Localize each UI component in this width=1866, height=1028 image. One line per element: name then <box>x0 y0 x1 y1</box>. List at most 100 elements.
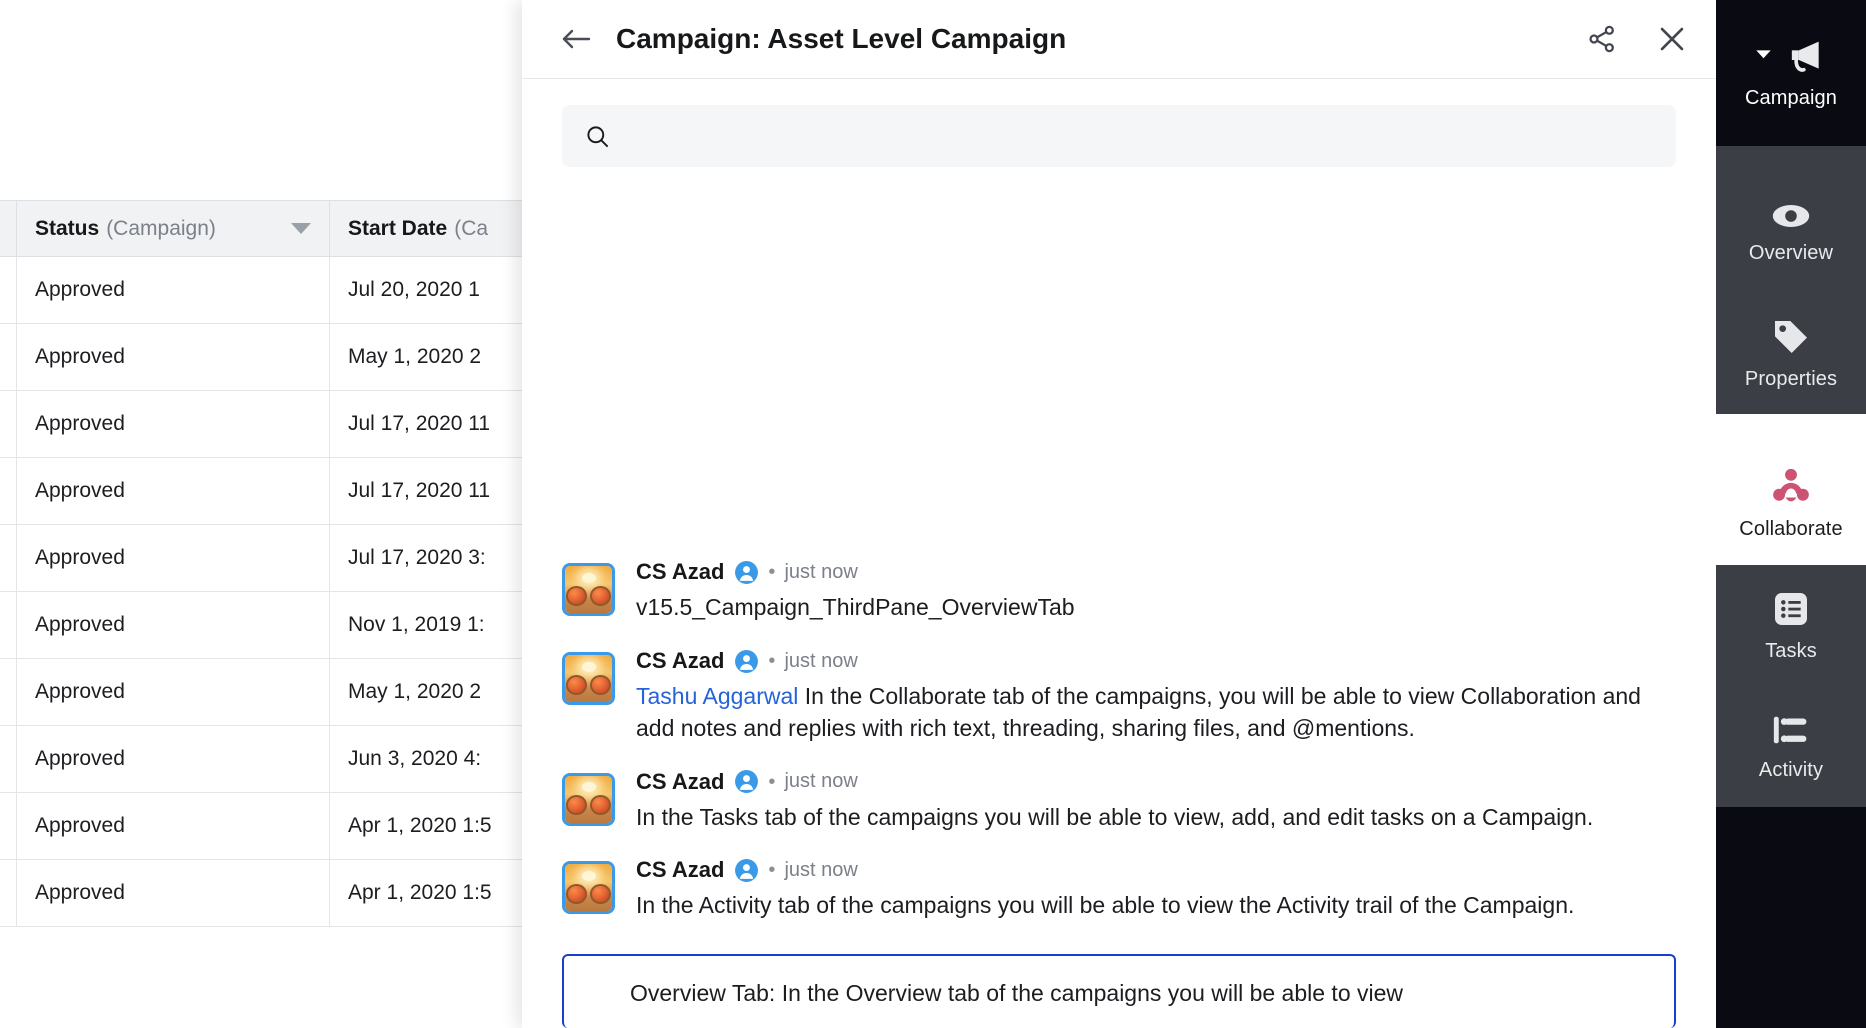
table-row[interactable]: Approved Jul 20, 2020 1 <box>0 257 560 324</box>
comment-separator: • <box>768 770 776 793</box>
comment-meta: CS Azad • just now <box>636 648 1676 674</box>
comment-meta: CS Azad • just now <box>636 559 1676 585</box>
cell-status: Approved <box>17 793 330 859</box>
comment-body: CS Azad • just now Tashu Aggarwal In the Co… <box>636 648 1676 744</box>
user-badge-icon <box>734 649 759 674</box>
rail-item-campaign[interactable]: Campaign <box>1716 0 1866 146</box>
comment-meta: CS Azad • just now <box>636 769 1676 795</box>
close-icon <box>1660 27 1684 51</box>
avatar-lens-right <box>590 586 612 606</box>
comment-separator: • <box>768 859 776 882</box>
cell-status: Approved <box>17 860 330 926</box>
activity-trail-icon <box>1773 716 1807 743</box>
column-header-status[interactable]: Status (Campaign) <box>17 201 330 256</box>
cell-status: Approved <box>17 324 330 390</box>
comment-body: CS Azad • just now In the Tasks tab of the … <box>636 769 1676 834</box>
table-row[interactable]: Approved Jun 3, 2020 4: <box>0 726 560 793</box>
table-row[interactable]: Approved Nov 1, 2019 1: <box>0 592 560 659</box>
column-header-status-label: Status <box>35 216 100 240</box>
rail-item-activity[interactable]: Activity <box>1716 686 1866 807</box>
comment-text: Tashu Aggarwal In the Collaborate tab of… <box>636 683 1641 741</box>
comment-separator: • <box>768 650 776 673</box>
share-button[interactable] <box>1584 21 1620 57</box>
avatar[interactable] <box>562 652 615 706</box>
column-header-start-date-qualifier: (Ca <box>454 216 489 240</box>
comment-composer-input[interactable]: Overview Tab: In the Overview tab of the… <box>562 954 1676 1028</box>
avatar[interactable] <box>562 563 615 617</box>
comment-timestamp: just now <box>784 560 858 583</box>
eye-icon <box>1772 204 1810 227</box>
table-row[interactable]: Approved May 1, 2020 2 <box>0 324 560 391</box>
comment-item: CS Azad • just now v15.5_Campaign_ThirdPane… <box>562 559 1676 624</box>
share-icon <box>1589 25 1614 53</box>
tag-icon <box>1775 320 1807 353</box>
close-button[interactable] <box>1654 21 1690 57</box>
comment-author: CS Azad <box>636 768 725 794</box>
cell-status: Approved <box>17 525 330 591</box>
comment-separator: • <box>768 561 776 584</box>
rail-item-tasks[interactable]: Tasks <box>1716 565 1866 686</box>
comment-body: CS Azad • just now In the Activity tab of t… <box>636 857 1676 922</box>
campaign-detail-panel: Campaign: Asset Level Campaign CS Azad •… <box>522 0 1716 1028</box>
avatar-lens-left <box>565 795 587 816</box>
avatar[interactable] <box>562 861 615 915</box>
chevron-down-icon[interactable] <box>1755 47 1772 65</box>
search-section <box>522 79 1716 167</box>
comment-mention-link[interactable]: Tashu Aggarwal <box>636 683 798 709</box>
row-gutter <box>0 860 17 926</box>
rail-item-overview-label: Overview <box>1748 241 1834 264</box>
cell-status: Approved <box>17 659 330 725</box>
row-gutter <box>0 391 17 457</box>
table-row[interactable]: Approved May 1, 2020 2 <box>0 659 560 726</box>
back-button[interactable] <box>558 20 596 58</box>
row-gutter <box>0 659 17 725</box>
rail-spacer-mid <box>1716 414 1866 440</box>
table-body: Approved Jul 20, 2020 1 Approved May 1, 202… <box>0 257 560 927</box>
avatar-lens-left <box>565 884 587 904</box>
table-row[interactable]: Approved Jul 17, 2020 11 <box>0 391 560 458</box>
rail-item-activity-label: Activity <box>1758 758 1824 781</box>
avatar-lens-left <box>565 674 587 695</box>
app-root: Status (Campaign) Start Date (Ca Approve… <box>0 0 1866 1028</box>
panel-header: Campaign: Asset Level Campaign <box>522 0 1716 79</box>
comment-author: CS Azad <box>636 559 725 585</box>
rail-item-properties[interactable]: Properties <box>1716 293 1866 414</box>
search-icon <box>587 125 609 147</box>
user-badge-icon <box>734 769 759 794</box>
avatar-lens-right <box>590 884 612 904</box>
row-gutter <box>0 592 17 658</box>
table-header-row: Status (Campaign) Start Date (Ca <box>0 200 560 257</box>
avatar-lens-right <box>590 795 612 816</box>
row-gutter <box>0 257 17 323</box>
table-gutter-header <box>0 201 17 256</box>
page-title: Campaign: Asset Level Campaign <box>616 23 1067 54</box>
comment-text: v15.5_Campaign_ThirdPane_OverviewTab <box>636 594 1075 621</box>
table-row[interactable]: Approved Jul 17, 2020 3: <box>0 525 560 592</box>
table-row[interactable]: Approved Apr 1, 2020 1:5 <box>0 860 560 927</box>
search-box[interactable] <box>562 105 1676 167</box>
column-header-status-qualifier: (Campaign) <box>106 216 216 240</box>
sort-descending-icon[interactable] <box>291 223 311 234</box>
cell-status: Approved <box>17 257 330 323</box>
row-gutter <box>0 324 17 390</box>
campaign-icon-row <box>1755 36 1828 76</box>
rail-item-collaborate-label: Collaborate <box>1739 517 1843 540</box>
search-input[interactable] <box>627 105 1654 167</box>
comment-item: CS Azad • just now In the Activity tab of t… <box>562 857 1676 922</box>
user-badge-icon <box>734 858 759 883</box>
avatar[interactable] <box>562 772 615 826</box>
rail-item-overview[interactable]: Overview <box>1716 172 1866 293</box>
comment-author: CS Azad <box>636 648 725 674</box>
rail-filler <box>1716 807 1866 1028</box>
comment-item: CS Azad • just now In the Tasks tab of the … <box>562 769 1676 834</box>
comment-timestamp: just now <box>784 858 858 881</box>
avatar-lens-left <box>565 586 587 606</box>
cell-status: Approved <box>17 391 330 457</box>
rail-item-collaborate[interactable]: Collaborate <box>1716 440 1866 565</box>
row-gutter <box>0 525 17 591</box>
table-row[interactable]: Approved Apr 1, 2020 1:5 <box>0 793 560 860</box>
comment-author: CS Azad <box>636 857 725 883</box>
table-row[interactable]: Approved Jul 17, 2020 11 <box>0 458 560 525</box>
user-badge-icon <box>734 560 759 585</box>
campaign-table: Status (Campaign) Start Date (Ca Approve… <box>0 0 560 1028</box>
